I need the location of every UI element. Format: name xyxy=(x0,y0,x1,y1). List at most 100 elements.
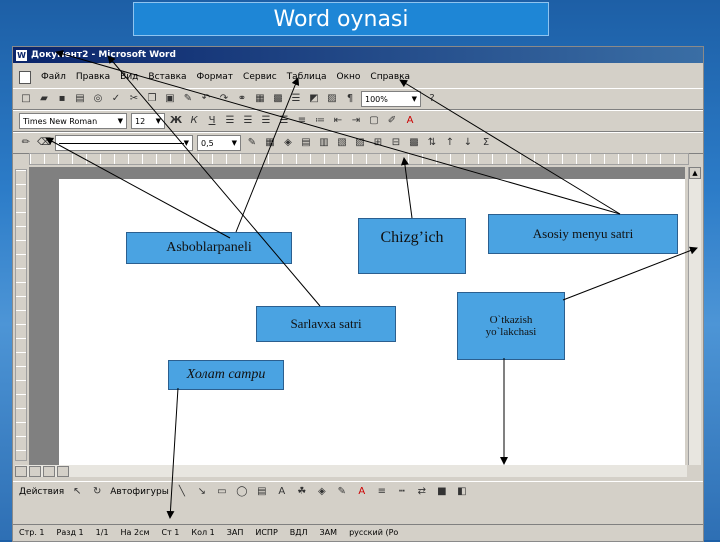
sort-descending-icon[interactable]: ↓ xyxy=(461,136,475,150)
highlight-icon[interactable]: ✐ xyxy=(385,114,399,128)
italic-icon[interactable]: К xyxy=(187,114,201,128)
shadow-icon[interactable]: ■ xyxy=(435,485,449,499)
clipart-icon[interactable]: ☘ xyxy=(295,485,309,499)
format-painter-icon[interactable]: ✎ xyxy=(181,92,195,106)
cut-icon[interactable]: ✂ xyxy=(127,92,141,106)
pencil-icon[interactable]: ✏ xyxy=(19,136,33,150)
status-rec[interactable]: ЗАП xyxy=(227,528,244,537)
sort-ascending-icon[interactable]: ↑ xyxy=(443,136,457,150)
arrow-style-icon[interactable]: ⇄ xyxy=(415,485,429,499)
menu-edit[interactable]: Правка xyxy=(76,72,110,82)
copy-icon[interactable]: ❐ xyxy=(145,92,159,106)
dash-style-icon[interactable]: ┅ xyxy=(395,485,409,499)
preview-icon[interactable]: ◎ xyxy=(91,92,105,106)
word-app-icon[interactable]: W xyxy=(16,49,27,61)
select-objects-icon[interactable]: ↖ xyxy=(70,485,84,499)
rotate-icon[interactable]: ↻ xyxy=(90,485,104,499)
menu-format[interactable]: Формат xyxy=(197,72,234,82)
menu-view[interactable]: Вид xyxy=(120,72,138,82)
drawing-icon[interactable]: ◩ xyxy=(307,92,321,106)
merge-cells-icon[interactable]: ▥ xyxy=(317,136,331,150)
split-cells-icon[interactable]: ▧ xyxy=(335,136,349,150)
draw-font-color-icon[interactable]: A xyxy=(355,485,369,499)
open-folder-icon[interactable]: ▰ xyxy=(37,92,51,106)
fill-color-icon[interactable]: ◈ xyxy=(315,485,329,499)
border-icon[interactable]: ▢ xyxy=(367,114,381,128)
scroll-up-icon[interactable]: ▲ xyxy=(689,167,701,179)
eraser-icon[interactable]: ⌫ xyxy=(37,136,51,150)
map-icon[interactable]: ▨ xyxy=(325,92,339,106)
bullets-icon[interactable]: ≔ xyxy=(313,114,327,128)
outline-view-icon[interactable] xyxy=(57,465,69,477)
insert-table-icon[interactable]: ▤ xyxy=(299,136,313,150)
tables-borders-toolbar: ✏ ⌫ ▼ 0,5 ▼ ✎ ▦ ◈ ▤ ▥ ▧ ▨ ⊞ ⊟ ▩ ⇅ ↑ ↓ Σ xyxy=(13,132,703,154)
paragraph-mark-icon[interactable]: ¶ xyxy=(343,92,357,106)
justify-icon[interactable]: ☰ xyxy=(277,114,291,128)
excel-icon[interactable]: ▩ xyxy=(271,92,285,106)
borders-icon[interactable]: ▦ xyxy=(263,136,277,150)
font-name-select[interactable]: Times New Roman ▼ xyxy=(19,113,127,129)
rectangle-icon[interactable]: ▭ xyxy=(215,485,229,499)
border-color-icon[interactable]: ✎ xyxy=(245,136,259,150)
line-style-select[interactable]: ▼ xyxy=(55,135,193,151)
font-color-icon[interactable]: A xyxy=(403,114,417,128)
text-direction-icon[interactable]: ⇅ xyxy=(425,136,439,150)
status-ovr[interactable]: ЗАМ xyxy=(320,528,338,537)
textbox-icon[interactable]: ▤ xyxy=(255,485,269,499)
horizontal-ruler[interactable] xyxy=(29,153,689,165)
line-icon[interactable]: ╲ xyxy=(175,485,189,499)
document-icon[interactable] xyxy=(19,70,31,84)
line-color-icon[interactable]: ✎ xyxy=(335,485,349,499)
wordart-icon[interactable]: A xyxy=(275,485,289,499)
underline-icon[interactable]: Ч xyxy=(205,114,219,128)
draw-menu[interactable]: Действия xyxy=(19,487,64,497)
columns-icon[interactable]: ☰ xyxy=(289,92,303,106)
line-width-select[interactable]: 0,5 ▼ xyxy=(197,135,241,151)
print-layout-icon[interactable] xyxy=(43,465,55,477)
oval-icon[interactable]: ◯ xyxy=(235,485,249,499)
paste-icon[interactable]: ▣ xyxy=(163,92,177,106)
status-ext[interactable]: ВДЛ xyxy=(290,528,308,537)
menu-file[interactable]: Файл xyxy=(41,72,66,82)
increase-indent-icon[interactable]: ⇥ xyxy=(349,114,363,128)
new-document-icon[interactable]: □ xyxy=(19,92,33,106)
callout-ruler: Chizg’ich xyxy=(358,218,466,274)
decrease-indent-icon[interactable]: ⇤ xyxy=(331,114,345,128)
bold-icon[interactable]: Ж xyxy=(169,114,183,128)
spelling-icon[interactable]: ✓ xyxy=(109,92,123,106)
vertical-scrollbar[interactable]: ▲ xyxy=(688,167,701,465)
autoshapes-menu[interactable]: Автофигуры xyxy=(110,487,169,497)
print-icon[interactable]: ▤ xyxy=(73,92,87,106)
shading-icon[interactable]: ◈ xyxy=(281,136,295,150)
distribute-rows-icon[interactable]: ⊞ xyxy=(371,136,385,150)
3d-icon[interactable]: ◧ xyxy=(455,485,469,499)
align-left-icon[interactable]: ☰ xyxy=(223,114,237,128)
distribute-columns-icon[interactable]: ⊟ xyxy=(389,136,403,150)
autoformat-icon[interactable]: ▩ xyxy=(407,136,421,150)
vertical-ruler[interactable] xyxy=(15,169,27,461)
align-cell-icon[interactable]: ▨ xyxy=(353,136,367,150)
hyperlink-icon[interactable]: ⚭ xyxy=(235,92,249,106)
arrow-icon[interactable]: ↘ xyxy=(195,485,209,499)
align-right-icon[interactable]: ☰ xyxy=(259,114,273,128)
autosum-icon[interactable]: Σ xyxy=(479,136,493,150)
help-icon[interactable]: ? xyxy=(425,92,439,106)
line-style-icon[interactable]: ≡ xyxy=(375,485,389,499)
menu-window[interactable]: Окно xyxy=(337,72,361,82)
redo-icon[interactable]: ↷ xyxy=(217,92,231,106)
menu-insert[interactable]: Вставка xyxy=(148,72,186,82)
menu-help[interactable]: Справка xyxy=(370,72,410,82)
menu-tools[interactable]: Сервис xyxy=(243,72,277,82)
undo-icon[interactable]: ↶ xyxy=(199,92,213,106)
align-center-icon[interactable]: ☰ xyxy=(241,114,255,128)
normal-view-icon[interactable] xyxy=(15,465,27,477)
save-icon[interactable]: ▪ xyxy=(55,92,69,106)
menu-table[interactable]: Таблица xyxy=(287,72,327,82)
status-trk[interactable]: ИСПР xyxy=(255,528,277,537)
web-view-icon[interactable] xyxy=(29,465,41,477)
font-size-select[interactable]: 12 ▼ xyxy=(131,113,165,129)
zoom-select[interactable]: 100% ▼ xyxy=(361,91,421,107)
numbering-icon[interactable]: ≡ xyxy=(295,114,309,128)
horizontal-scrollbar[interactable] xyxy=(15,465,687,477)
table-icon[interactable]: ▦ xyxy=(253,92,267,106)
